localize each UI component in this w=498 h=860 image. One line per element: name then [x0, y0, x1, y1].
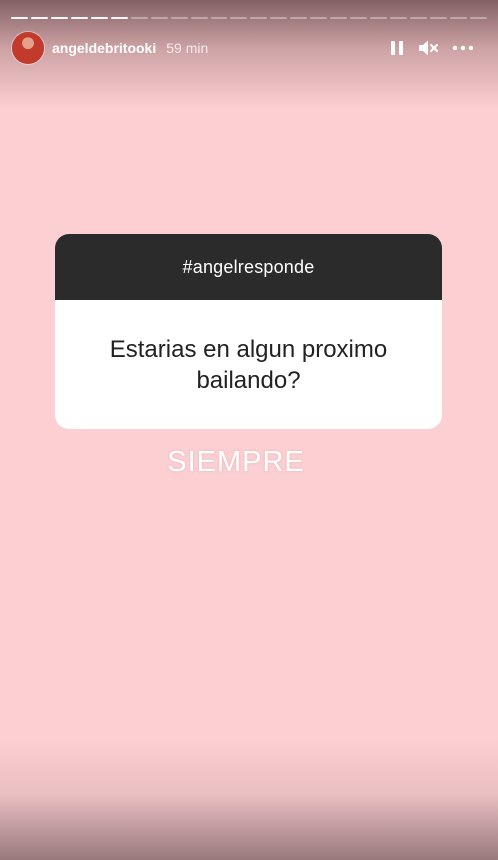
question-sticker[interactable]: #angelresponde Estarias en algun proximo… [55, 234, 442, 429]
progress-segment [469, 17, 487, 19]
progress-segment [449, 17, 467, 19]
story-viewer[interactable]: angeldebritooki 59 min #angelresponde Es… [0, 0, 498, 860]
progress-segment [110, 17, 128, 19]
progress-segment [170, 17, 188, 19]
progress-segment [350, 17, 368, 19]
username[interactable]: angeldebritooki [52, 40, 156, 56]
question-tag: #angelresponde [55, 234, 442, 300]
story-progress-bar [11, 17, 487, 19]
progress-segment [150, 17, 168, 19]
answer-text: SIEMPRE [167, 446, 305, 478]
pause-icon[interactable] [390, 40, 404, 56]
progress-segment [11, 17, 28, 19]
progress-segment [330, 17, 348, 19]
progress-segment [430, 17, 447, 19]
mute-icon[interactable] [418, 39, 438, 57]
more-icon[interactable] [452, 45, 474, 51]
progress-segment [310, 17, 328, 19]
progress-segment [90, 17, 108, 19]
progress-segment [50, 17, 68, 19]
progress-segment [370, 17, 388, 19]
progress-segment [30, 17, 48, 19]
question-text: Estarias en algun proximo bailando? [109, 335, 388, 394]
progress-segment [270, 17, 288, 19]
avatar[interactable] [12, 32, 44, 64]
timestamp: 59 min [166, 40, 209, 56]
progress-segment [290, 17, 308, 19]
progress-segment [130, 17, 148, 19]
story-header: angeldebritooki 59 min [12, 32, 488, 64]
progress-segment [410, 17, 428, 19]
progress-segment [210, 17, 228, 19]
progress-segment [70, 17, 88, 19]
story-controls [390, 39, 474, 57]
progress-segment [390, 17, 408, 19]
progress-segment [250, 17, 268, 19]
progress-segment [190, 17, 208, 19]
bottom-gradient-overlay [0, 740, 498, 860]
progress-segment [230, 17, 248, 19]
